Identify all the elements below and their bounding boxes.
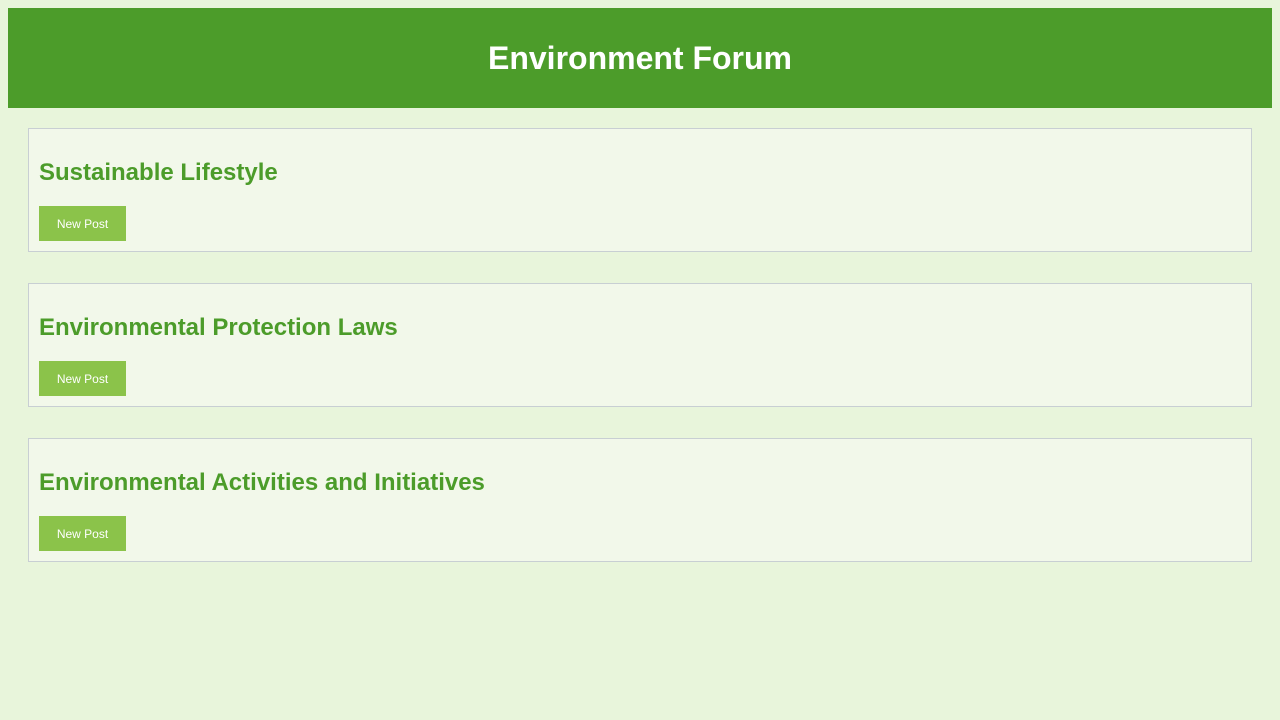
category-sustainable-lifestyle: Sustainable Lifestyle New Post: [28, 128, 1252, 252]
site-header: Environment Forum: [8, 8, 1272, 108]
category-title: Sustainable Lifestyle: [39, 159, 278, 186]
new-post-button[interactable]: New Post: [39, 516, 126, 551]
new-post-button[interactable]: New Post: [39, 361, 126, 396]
forum-page: Environment Forum Sustainable Lifestyle …: [0, 0, 1280, 720]
category-title: Environmental Activities and Initiatives: [39, 469, 485, 496]
category-environmental-protection-laws: Environmental Protection Laws New Post: [28, 283, 1252, 407]
new-post-button[interactable]: New Post: [39, 206, 126, 241]
category-environmental-activities-and-initiatives: Environmental Activities and Initiatives…: [28, 438, 1252, 562]
category-title: Environmental Protection Laws: [39, 314, 398, 341]
page-title: Environment Forum: [487, 39, 792, 76]
